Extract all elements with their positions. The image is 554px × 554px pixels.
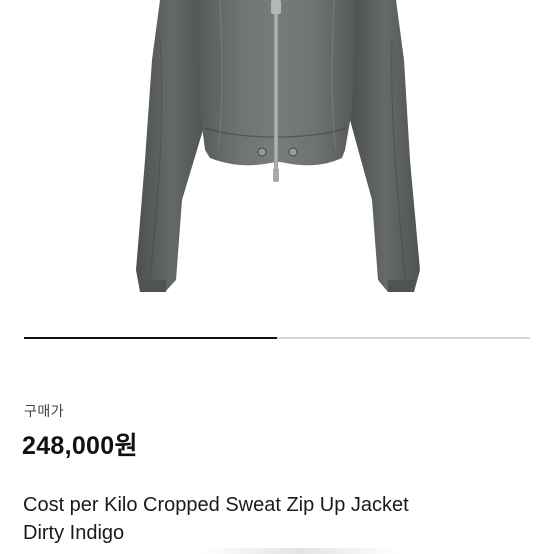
product-price: 248,000원 bbox=[22, 432, 138, 460]
product-page: 구매가 248,000원 Cost per Kilo Cropped Sweat… bbox=[0, 0, 554, 554]
product-title: Cost per Kilo Cropped Sweat Zip Up Jacke… bbox=[23, 491, 533, 547]
product-image-gallery[interactable] bbox=[0, 0, 554, 366]
gallery-progress-bar bbox=[24, 337, 530, 339]
product-title-line1: Cost per Kilo Cropped Sweat Zip Up Jacke… bbox=[23, 494, 409, 516]
jacket-image bbox=[136, 0, 420, 292]
price-label: 구매가 bbox=[24, 403, 65, 419]
truncated-content bbox=[200, 548, 400, 554]
gallery-progress-fill bbox=[24, 337, 277, 339]
product-title-line2: Dirty Indigo bbox=[23, 522, 125, 544]
product-info: 구매가 248,000원 Cost per Kilo Cropped Sweat… bbox=[0, 366, 554, 554]
